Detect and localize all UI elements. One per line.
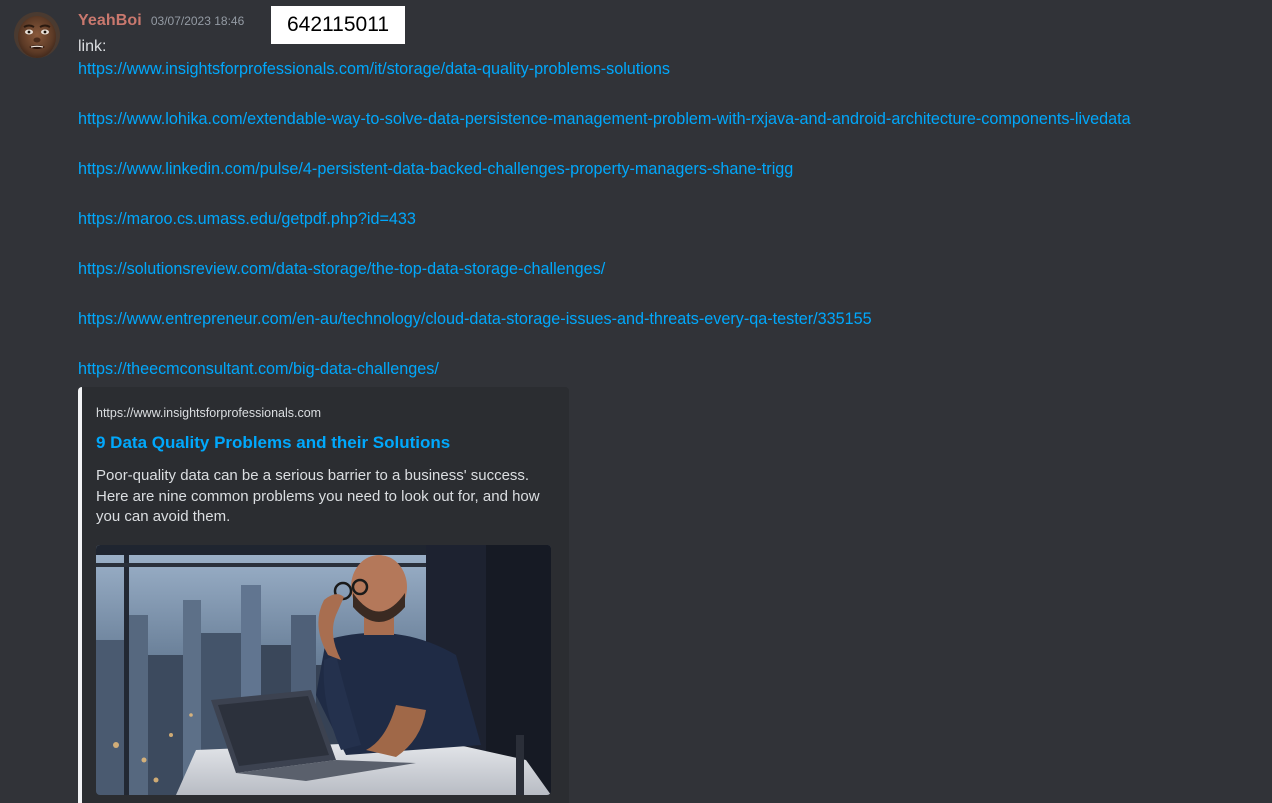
link-embed: https://www.insightsforprofessionals.com… bbox=[78, 387, 569, 803]
chat-message: YeahBoi 03/07/2023 18:46 642115011 link:… bbox=[0, 0, 1272, 803]
username[interactable]: YeahBoi bbox=[78, 12, 142, 30]
message-link[interactable]: https://www.entrepreneur.com/en-au/techn… bbox=[78, 308, 1272, 358]
user-avatar[interactable] bbox=[14, 12, 60, 58]
embed-description: Poor-quality data can be a serious barri… bbox=[96, 467, 540, 525]
avatar-face-icon bbox=[14, 12, 60, 58]
message-link[interactable]: https://www.linkedin.com/pulse/4-persist… bbox=[78, 158, 1272, 208]
message-link[interactable]: https://www.insightsforprofessionals.com… bbox=[78, 58, 1272, 108]
message-header: YeahBoi 03/07/2023 18:46 bbox=[78, 12, 244, 34]
message-content: link: https://www.insightsforprofessiona… bbox=[78, 36, 1272, 408]
embed-image[interactable] bbox=[96, 545, 551, 795]
message-link[interactable]: https://solutionsreview.com/data-storage… bbox=[78, 258, 1272, 308]
message-link[interactable]: https://www.lohika.com/extendable-way-to… bbox=[78, 108, 1272, 158]
embed-provider[interactable]: https://www.insightsforprofessionals.com bbox=[96, 406, 321, 420]
man-laptop-photo-icon bbox=[96, 545, 551, 795]
message-link[interactable]: https://maroo.cs.umass.edu/getpdf.php?id… bbox=[78, 208, 1272, 258]
message-intro-text: link: bbox=[78, 38, 107, 55]
embed-title[interactable]: 9 Data Quality Problems and their Soluti… bbox=[96, 433, 450, 453]
message-timestamp: 03/07/2023 18:46 bbox=[150, 14, 245, 28]
